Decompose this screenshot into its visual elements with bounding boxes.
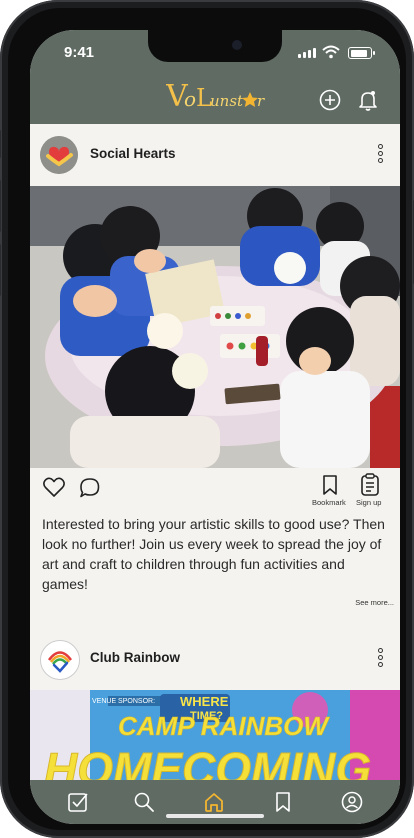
app-header: V o L unst r [30, 76, 400, 124]
app-logo: V o L unst r [165, 72, 266, 123]
volume-up-button [0, 180, 1, 232]
post-photo-image [30, 186, 400, 468]
post-options-button[interactable] [378, 144, 386, 166]
tab-profile[interactable] [341, 791, 363, 813]
post-actions: Bookmark Sign up [30, 468, 400, 514]
banner-where: WHERE [180, 694, 229, 709]
tab-search[interactable] [133, 791, 155, 813]
battery-icon [348, 47, 375, 59]
cellular-signal-icon [298, 48, 316, 58]
post-card: Social Hearts Bookmark Sign up Intereste… [30, 124, 400, 616]
post-header: Club Rainbow [30, 628, 400, 690]
author-avatar[interactable] [40, 640, 80, 680]
notifications-button[interactable] [356, 88, 380, 112]
tab-home[interactable] [203, 791, 225, 813]
author-name[interactable]: Social Hearts [90, 146, 176, 161]
post-photo[interactable]: VENUE SPONSOR: WHERE TIME? CAMP RAINBOW … [30, 690, 400, 780]
like-button[interactable] [42, 476, 66, 498]
volunstar-logo: V o L unst r [165, 79, 265, 114]
post-photo-image: VENUE SPONSOR: WHERE TIME? CAMP RAINBOW … [30, 690, 400, 780]
svg-text:r: r [257, 92, 265, 110]
banner-sponsor: VENUE SPONSOR: [92, 698, 155, 705]
banner-title: CAMP RAINBOW [118, 711, 330, 741]
post-photo[interactable] [30, 186, 400, 468]
svg-text:o: o [184, 87, 196, 111]
author-name[interactable]: Club Rainbow [90, 650, 180, 665]
author-avatar[interactable] [40, 136, 78, 174]
tab-activities[interactable] [67, 791, 89, 813]
banner-homecoming: HOMECOMING [44, 743, 371, 780]
bookmark-button[interactable] [321, 474, 339, 496]
wifi-icon [322, 45, 340, 59]
camera-icon [232, 40, 242, 50]
feed[interactable]: Social Hearts Bookmark Sign up Intereste… [30, 124, 400, 780]
notch [148, 30, 282, 62]
svg-text:unst: unst [210, 92, 244, 110]
app-screen: 9:41 V o L unst r Social Hearts Bookmark… [30, 30, 400, 824]
phone-bezel: 9:41 V o L unst r Social Hearts Bookmark… [8, 8, 406, 830]
add-post-button[interactable] [318, 88, 342, 112]
sign-up-button[interactable] [360, 473, 380, 496]
home-indicator[interactable] [166, 814, 264, 818]
tab-bookmarks[interactable] [272, 791, 294, 813]
bookmark-label: Bookmark [312, 498, 346, 507]
post-card: Club Rainbow VENUE SPONSOR: WHERE TIME? … [30, 628, 400, 780]
phone-frame: 9:41 V o L unst r Social Hearts Bookmark… [0, 0, 414, 838]
volume-down-button [0, 244, 1, 296]
heart-hands-logo [40, 136, 78, 174]
comment-button[interactable] [79, 477, 101, 499]
post-header: Social Hearts [30, 124, 400, 186]
see-more-link[interactable]: See more... [355, 598, 394, 607]
silent-switch [0, 130, 1, 158]
club-rainbow-logo [41, 641, 79, 679]
post-caption: Interested to bring your artistic skills… [42, 516, 385, 592]
sign-up-label: Sign up [356, 498, 382, 507]
post-options-button[interactable] [378, 648, 386, 670]
status-time: 9:41 [64, 44, 95, 61]
